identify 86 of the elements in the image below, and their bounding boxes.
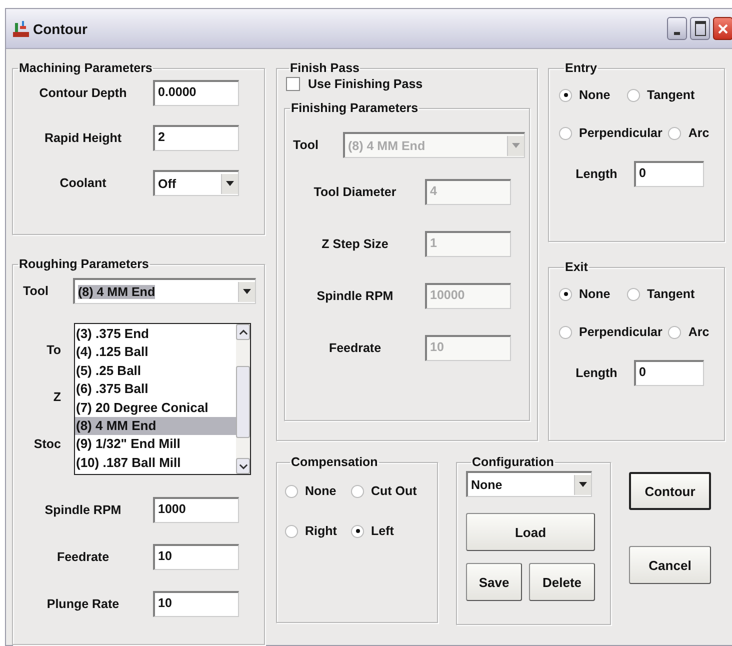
config-button[interactable]: Delete [529,563,595,601]
field-label: Feedrate [56,550,110,564]
load-button[interactable]: Load [466,513,595,551]
dropdown[interactable]: None [466,471,592,497]
radio-button[interactable] [559,326,572,338]
group-title: Machining Parameters [18,61,154,75]
radio-label: Perpendicular [579,126,662,140]
field-label: Contour Depth [38,86,128,100]
group-title: Configuration [471,455,555,469]
radio-button[interactable] [559,88,572,102]
group-title: Roughing Parameters [18,257,150,271]
chevron-up-icon[interactable] [238,328,248,336]
radio-button[interactable] [559,126,572,140]
radio-button[interactable] [351,484,364,498]
list-item[interactable]: (5) .25 Ball [75,362,236,380]
scrollbar[interactable] [236,324,250,474]
input-field[interactable]: 10 [153,591,239,617]
field-label: Feedrate [328,341,382,355]
field-label: Spindle RPM [316,289,394,303]
dialog-button[interactable]: Contour [629,472,711,510]
minimize-button[interactable] [667,17,687,40]
radio-label: Left [371,524,394,538]
checkbox-label: Use Finishing Pass [308,77,423,91]
field-label: Z Step Size [320,237,390,251]
maximize-button[interactable] [690,17,710,40]
list-item[interactable]: (4) .125 Ball [75,343,236,362]
radio-label: Tangent [647,88,695,102]
input-field[interactable]: 0 [634,161,704,187]
radio-button[interactable] [285,484,298,498]
radio-label: None [305,484,336,498]
field-label: Stoc [32,437,61,451]
radio-button[interactable] [627,88,640,102]
scroll-thumb[interactable] [236,366,250,438]
radio-button[interactable] [351,524,364,538]
field-label: Rapid Height [43,131,123,145]
chevron-down-icon[interactable] [238,462,248,470]
scroll-down-button[interactable] [236,458,250,474]
field-label: Spindle RPM [44,503,122,517]
field-label: Length [574,167,618,181]
radio-button[interactable] [559,288,572,300]
field-label: To [46,343,61,357]
field-label: Plunge Rate [46,597,120,611]
list-item[interactable]: (8) 4 MM End [75,416,236,436]
group-title: Finish Pass [289,61,360,75]
radio-label: Arc [688,126,710,140]
input-field[interactable]: 10 [153,544,239,570]
list-item[interactable]: (9) 1/32" End Mill [75,435,236,454]
radio-button[interactable] [627,288,640,300]
field-label: Tool [23,284,50,298]
list-item[interactable]: (6) .375 Ball [75,380,236,399]
radio-label: Arc [688,325,710,339]
input-field[interactable]: 0.0000 [153,80,239,106]
app-icon [12,20,30,38]
input-field[interactable]: 2 [153,125,239,151]
radio-label: Tangent [647,287,695,301]
list-item[interactable]: (7) 20 Degree Conical [75,398,236,417]
radio-button[interactable] [668,126,682,140]
radio-label: Perpendicular [579,325,662,339]
dropdown[interactable]: (8) 4 MM End [73,278,256,304]
input-field[interactable]: 0 [634,360,704,386]
dropdown[interactable]: Off [153,170,239,196]
group-title: Compensation [290,455,379,469]
radio-label: None [579,88,610,102]
radio-button[interactable] [668,326,682,338]
radio-label: None [579,287,610,301]
list-item[interactable]: (10) .187 Ball Mill [75,454,236,472]
list-item[interactable]: (3) .375 End [75,325,236,344]
window-title: Contour [33,20,88,36]
group-title: Finishing Parameters [290,101,420,115]
group-title: Exit [564,260,589,274]
field-label: Z [52,390,61,404]
group-title: Entry [564,61,598,75]
scroll-up-button[interactable] [236,324,250,340]
close-icon[interactable] [717,22,729,34]
field-label: Coolant [58,176,108,190]
close-button[interactable] [713,17,732,40]
field-label: Length [574,366,618,380]
radio-button[interactable] [285,524,298,538]
radio-label: Right [305,524,337,538]
field-label: Tool Diameter [312,185,398,199]
input-field[interactable]: 1000 [153,497,239,523]
dialog-button[interactable]: Cancel [629,546,711,584]
checkbox[interactable] [286,77,300,91]
field-label: Tool [293,138,320,152]
config-button[interactable]: Save [466,563,522,601]
radio-label: Cut Out [371,484,417,498]
